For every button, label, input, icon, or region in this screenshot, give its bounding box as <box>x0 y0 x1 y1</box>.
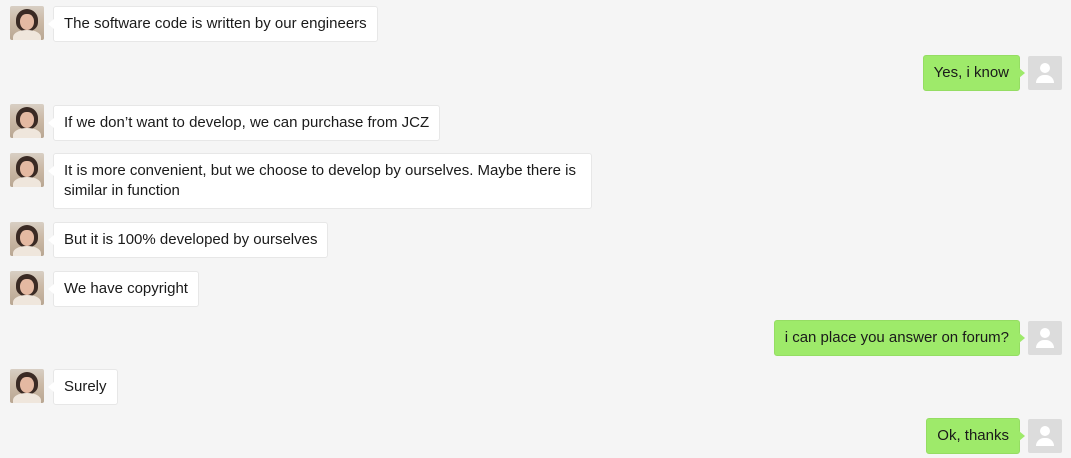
message-row: It is more convenient, but we choose to … <box>0 153 1071 213</box>
contact-avatar[interactable] <box>10 6 44 40</box>
message-bubble[interactable]: Ok, thanks <box>926 418 1025 454</box>
default-user-avatar-icon[interactable] <box>1028 321 1062 355</box>
message-bubble[interactable]: If we don’t want to develop, we can purc… <box>47 105 441 141</box>
default-user-avatar-icon[interactable] <box>1028 419 1062 453</box>
message-bubble[interactable]: The software code is written by our engi… <box>48 6 378 42</box>
default-user-avatar-icon[interactable] <box>1028 56 1062 90</box>
message-bubble[interactable]: Yes, i know <box>922 55 1026 91</box>
contact-avatar[interactable] <box>10 222 44 256</box>
message-bubble[interactable]: i can place you answer on forum? <box>773 320 1026 356</box>
message-bubble[interactable]: Surely <box>48 369 118 405</box>
contact-avatar[interactable] <box>10 369 44 403</box>
message-row: Ok, thanks <box>0 418 1071 458</box>
contact-avatar[interactable] <box>10 153 44 187</box>
message-bubble[interactable]: We have copyright <box>48 271 199 307</box>
chat-message-list: The software code is written by our engi… <box>0 0 1071 458</box>
message-bubble[interactable]: It is more convenient, but we choose to … <box>48 153 592 209</box>
message-bubble[interactable]: But it is 100% developed by ourselves <box>47 222 329 258</box>
contact-avatar[interactable] <box>10 104 44 138</box>
contact-avatar[interactable] <box>10 271 44 305</box>
